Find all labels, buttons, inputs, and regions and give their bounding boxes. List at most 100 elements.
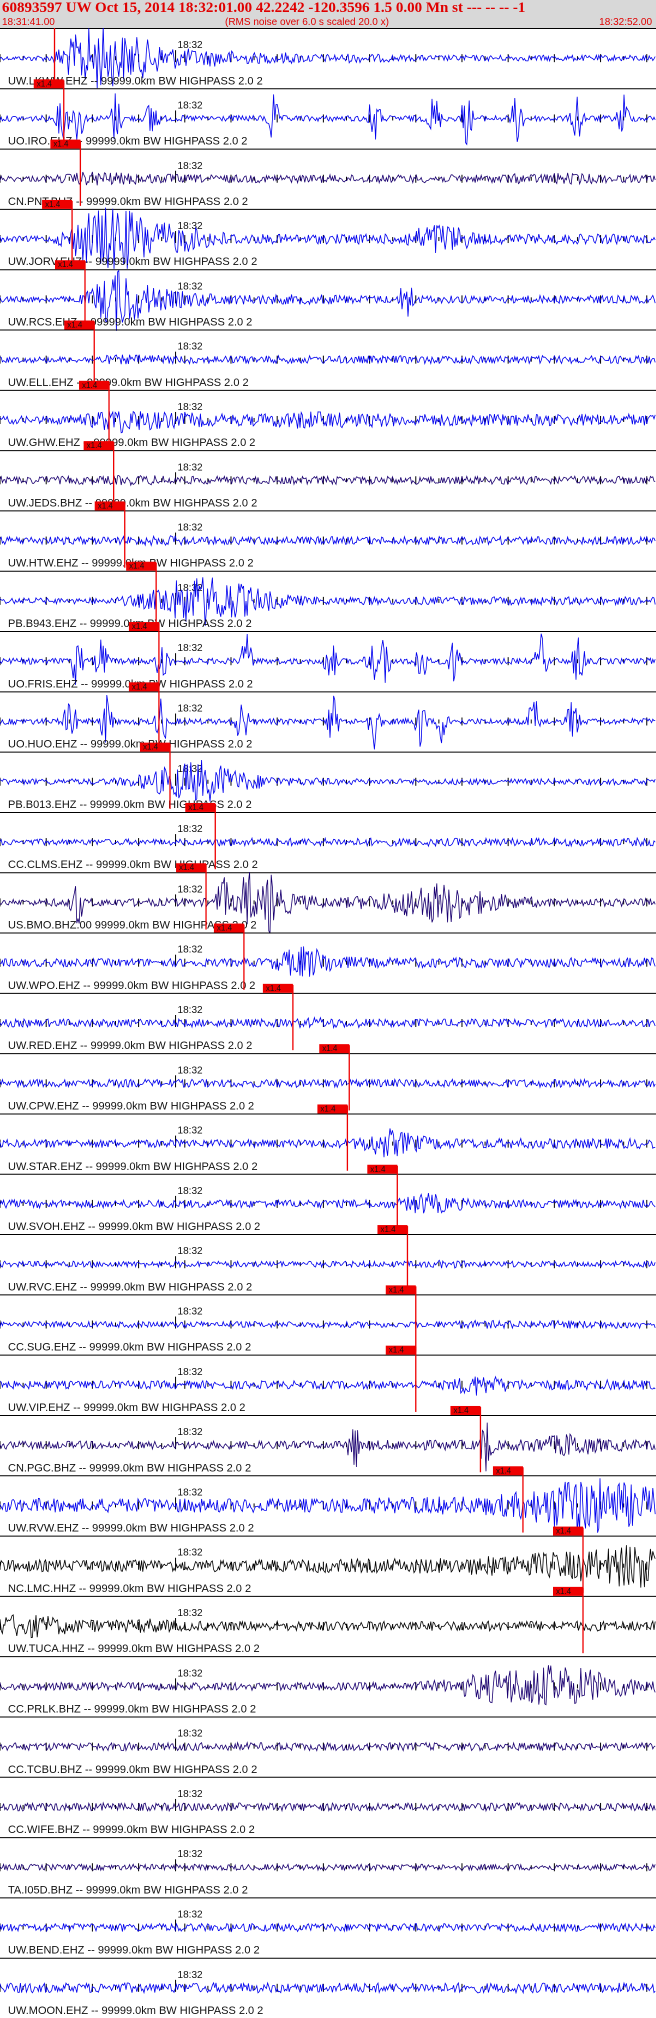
trace-row: 18:32PB.B013.EHZ -- 99999.0km BW HIGHPAS… bbox=[0, 742, 656, 811]
waveform bbox=[0, 1016, 656, 1030]
waveform bbox=[0, 1545, 656, 1588]
trace-row: 18:32 UW.BEND.EHZ -- 99999.0km BW HIGHPAS… bbox=[0, 1897, 656, 1957]
minute-tick-label: 18:32 bbox=[178, 945, 203, 956]
pick-label: x1.4 bbox=[45, 200, 61, 209]
trace-row: 18:32UO.FRIS.EHZ -- 99999.0km BW HIGHPAS… bbox=[0, 622, 656, 690]
station-label: CN.PGC.BHZ -- 99999.0km BW HIGHPASS 2.0 … bbox=[8, 1462, 251, 1474]
station-label: UW.VIP.EHZ -- 99999.0km BW HIGHPASS 2.0 … bbox=[8, 1402, 245, 1414]
trace-row: 18:32 UW.VIP.EHZ -- 99999.0km BW HIGHPASS… bbox=[0, 1345, 656, 1414]
minute-tick-label: 18:32 bbox=[178, 402, 203, 413]
waveform bbox=[0, 474, 656, 487]
waveform bbox=[0, 1801, 656, 1813]
waveform bbox=[0, 1614, 656, 1639]
trace-row: 18:32 CC.CLMS.EHZ -- 99999.0km BW HIGHPAS… bbox=[0, 802, 656, 871]
waveform bbox=[0, 836, 656, 848]
trace-row: 18:32 UW.RCS.EHZ -- 99999.0km BW HIGHPASS… bbox=[0, 260, 656, 331]
minute-tick-label: 18:32 bbox=[178, 884, 203, 895]
header-bar: 60893597 UW Oct 15, 2014 18:32:01.00 42.… bbox=[0, 0, 656, 28]
minute-tick-label: 18:32 bbox=[178, 703, 203, 714]
waveform bbox=[0, 1128, 656, 1158]
station-label: UW.RVW.EHZ -- 99999.0km BW HIGHPASS 2.0 … bbox=[8, 1523, 254, 1535]
minute-tick-label: 18:32 bbox=[178, 1246, 203, 1257]
station-label: CC.WIFE.BHZ -- 99999.0km BW HIGHPASS 2.0… bbox=[8, 1824, 255, 1836]
pick-label: x1.4 bbox=[179, 863, 195, 872]
trace-row: 18:32 UW.GHW.EHZ -- 99999.0km BW HIGHPASS… bbox=[0, 380, 656, 449]
time-axis: 18:32 bbox=[0, 1186, 648, 1208]
pick-label: x1.4 bbox=[217, 924, 233, 933]
pick-label: x1.4 bbox=[370, 1165, 386, 1174]
station-label: NC.LMC.HHZ -- 99999.0km BW HIGHPASS 2.0 … bbox=[8, 1583, 251, 1595]
time-axis: 18:32 bbox=[0, 1246, 648, 1269]
minute-tick-label: 18:32 bbox=[178, 221, 203, 232]
start-time: 18:31:41.00 bbox=[2, 17, 55, 28]
station-label: UW.SVOH.EHZ -- 99999.0km BW HIGHPASS 2.0… bbox=[8, 1221, 260, 1233]
waveform bbox=[0, 171, 656, 186]
station-label: CC.SUG.EHZ -- 99999.0km BW HIGHPASS 2.0 … bbox=[8, 1342, 251, 1354]
waveform bbox=[0, 534, 656, 547]
waveform bbox=[0, 1922, 656, 1933]
pick-label: x1.4 bbox=[320, 1104, 336, 1113]
minute-tick-label: 18:32 bbox=[178, 40, 203, 51]
trace-row: 18:32 UW.RED.EHZ -- 99999.0km BW HIGHPASS… bbox=[0, 983, 656, 1052]
station-label: UO.HUO.EHZ -- 99999.0km BW HIGHPASS 2.0 … bbox=[8, 739, 252, 751]
minute-tick-label: 18:32 bbox=[178, 1307, 203, 1318]
time-axis: 18:32 bbox=[0, 1548, 648, 1570]
station-label: UW.MOON.EHZ -- 99999.0km BW HIGHPASS 2.0… bbox=[8, 2005, 263, 2017]
station-label: TA.I05D.BHZ -- 99999.0km BW HIGHPASS 2.0… bbox=[8, 1884, 248, 1896]
trace-row: 18:32 UW.TUCA.HHZ -- 99999.0km BW HIGHPAS… bbox=[0, 1586, 656, 1655]
minute-tick-label: 18:32 bbox=[178, 462, 203, 473]
station-label: UW.CPW.EHZ -- 99999.0km BW HIGHPASS 2.0 … bbox=[8, 1100, 254, 1112]
waveform bbox=[0, 1375, 656, 1396]
station-label: UW.JEDS.BHZ -- 99999.0km BW HIGHPASS 2.0… bbox=[8, 497, 257, 509]
pick-label: x1.4 bbox=[98, 501, 114, 510]
waveform bbox=[0, 946, 656, 977]
trace-row: 18:32 UW.JEDS.BHZ -- 99999.0km BW HIGHPAS… bbox=[0, 441, 656, 509]
minute-tick-label: 18:32 bbox=[178, 100, 203, 111]
pick-label: x1.4 bbox=[556, 1527, 572, 1536]
pick-label: x1.4 bbox=[143, 743, 159, 752]
trace-row: 18:32 CC.SUG.EHZ -- 99999.0km BW HIGHPASS… bbox=[0, 1285, 656, 1354]
minute-tick-label: 18:32 bbox=[178, 1186, 203, 1197]
minute-tick-label: 18:32 bbox=[178, 1849, 203, 1860]
minute-tick-label: 18:32 bbox=[178, 824, 203, 835]
trace-row: 18:32PB.B943.EHZ -- 99999.0km BW HIGHPAS… bbox=[0, 561, 656, 630]
trace-row: 18:32 UW.ELL.EHZ -- 99999.0km BW HIGHPASS… bbox=[0, 320, 656, 389]
station-label: UW.RED.EHZ -- 99999.0km BW HIGHPASS 2.0 … bbox=[8, 1040, 252, 1052]
minute-tick-label: 18:32 bbox=[178, 1065, 203, 1076]
trace-row: 18:32 UW.WPO.EHZ -- 99999.0km BW HIGHPASS… bbox=[0, 923, 656, 992]
pick-label: x1.4 bbox=[87, 441, 103, 450]
station-label: CC.TCBU.BHZ -- 99999.0km BW HIGHPASS 2.0… bbox=[8, 1764, 257, 1776]
pick-label: x1.4 bbox=[389, 1285, 405, 1294]
minute-tick-label: 18:32 bbox=[178, 1789, 203, 1800]
station-label: UW.STAR.EHZ -- 99999.0km BW HIGHPASS 2.0… bbox=[8, 1161, 258, 1173]
trace-row: 18:32 UW.JORV.EHZ -- 99999.0km BW HIGHPAS… bbox=[0, 199, 656, 269]
trace-row: 18:32 UW.CPW.EHZ -- 99999.0km BW HIGHPASS… bbox=[0, 1044, 656, 1112]
station-label: UO.IRO.EHZ -- 99999.0km BW HIGHPASS 2.0 … bbox=[8, 136, 247, 148]
pick-label: x1.4 bbox=[37, 79, 53, 88]
station-label: UW.BEND.EHZ -- 99999.0km BW HIGHPASS 2.0… bbox=[8, 1945, 260, 1957]
pick-label: x1.4 bbox=[380, 1225, 396, 1234]
waveform bbox=[0, 1981, 656, 1995]
trace-row: 18:32CN.PNT.BHZ -- 99999.0km BW HIGHPASS… bbox=[0, 139, 656, 208]
pick-label: x1.4 bbox=[188, 803, 204, 812]
waveform bbox=[0, 1741, 656, 1752]
station-label: UW.GHW.EHZ -- 99999.0km BW HIGHPASS 2.0 … bbox=[8, 437, 255, 449]
station-label: UW.RVC.EHZ -- 99999.0km BW HIGHPASS 2.0 … bbox=[8, 1281, 252, 1293]
pick-label: x1.4 bbox=[389, 1346, 405, 1355]
end-time: 18:32:52.00 bbox=[599, 17, 652, 28]
trace-row: 18:32US.BMO.BHZ.00 99999.0km BW HIGHPASS… bbox=[0, 863, 656, 934]
trace-row: 18:32 TA.I05D.BHZ -- 99999.0km BW HIGHPAS… bbox=[0, 1837, 656, 1896]
minute-tick-label: 18:32 bbox=[178, 643, 203, 654]
station-label: UW.WPO.EHZ -- 99999.0km BW HIGHPASS 2.0 … bbox=[8, 980, 255, 992]
pick-label: x1.4 bbox=[132, 682, 148, 691]
station-label: UW.RCS.EHZ -- 99999.0km BW HIGHPASS 2.0 … bbox=[8, 317, 252, 329]
pick-label: x1.4 bbox=[132, 622, 148, 631]
pick-label: x1.4 bbox=[129, 562, 145, 571]
trace-row: 18:32 CC.PRLK.BHZ -- 99999.0km BW HIGHPAS… bbox=[0, 1656, 656, 1715]
waveform bbox=[0, 1665, 656, 1706]
trace-row: 18:32 UO.IRO.EHZ -- 99999.0km BW HIGHPASS… bbox=[0, 79, 656, 148]
pick-label: x1.4 bbox=[53, 140, 69, 149]
pick-label: x1.4 bbox=[58, 260, 74, 269]
station-label: UW.TUCA.HHZ -- 99999.0km BW HIGHPASS 2.0… bbox=[8, 1643, 260, 1655]
minute-tick-label: 18:32 bbox=[178, 523, 203, 534]
